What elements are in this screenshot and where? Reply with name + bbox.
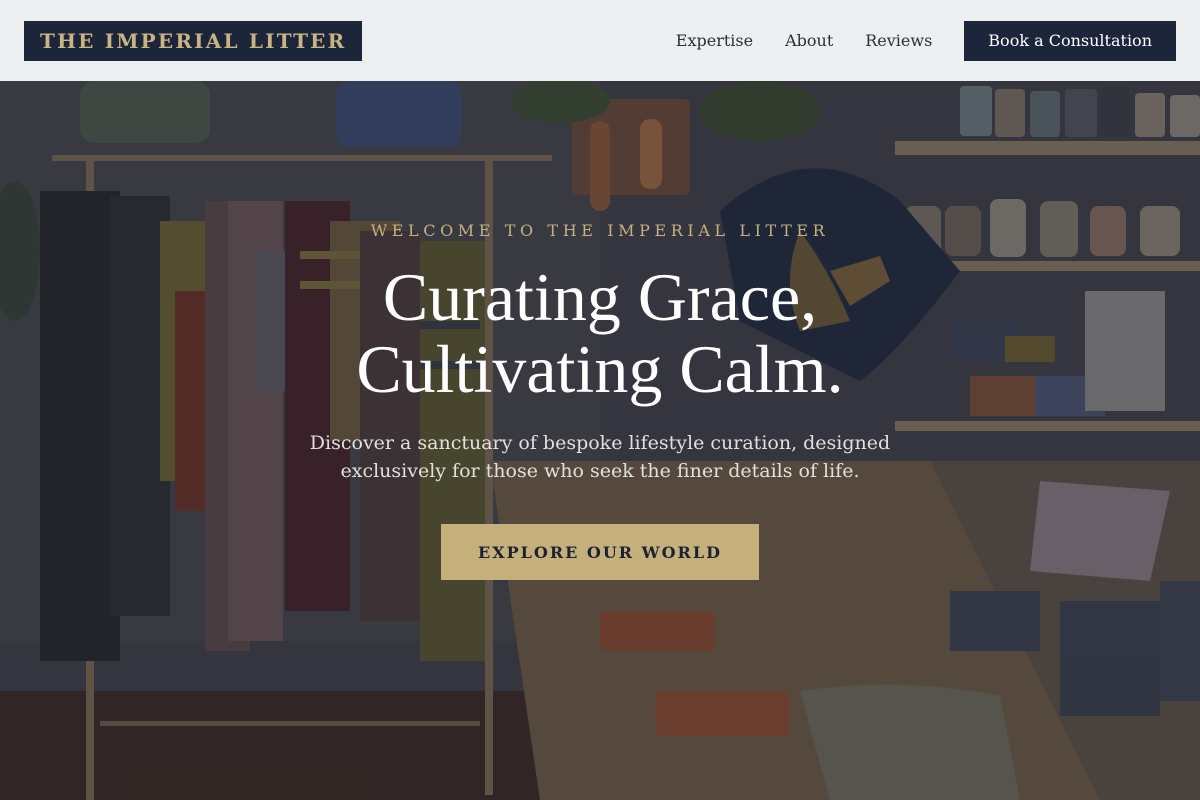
hero-eyebrow: WELCOME TO THE IMPERIAL LITTER [370,221,830,240]
nav-link-expertise[interactable]: Expertise [676,31,753,50]
book-consultation-button[interactable]: Book a Consultation [964,20,1176,61]
hero-section: WELCOME TO THE IMPERIAL LITTER Curating … [0,81,1200,800]
hero-headline-line-1: Curating Grace, [382,259,818,335]
site-header: THE IMPERIAL LITTER Expertise About Revi… [0,0,1200,81]
brand-logo[interactable]: THE IMPERIAL LITTER [24,20,363,61]
hero-subtext: Discover a sanctuary of bespoke lifestyl… [309,432,891,482]
explore-world-button[interactable]: EXPLORE OUR WORLD [441,524,759,580]
nav-link-about[interactable]: About [785,31,833,50]
hero-content: WELCOME TO THE IMPERIAL LITTER Curating … [0,81,1200,800]
main-nav: Expertise About Reviews Book a Consultat… [676,20,1176,61]
hero-headline-line-2: Cultivating Calm. [356,331,844,407]
nav-link-reviews[interactable]: Reviews [865,31,932,50]
hero-headline: Curating Grace, Cultivating Calm. [0,261,1200,405]
